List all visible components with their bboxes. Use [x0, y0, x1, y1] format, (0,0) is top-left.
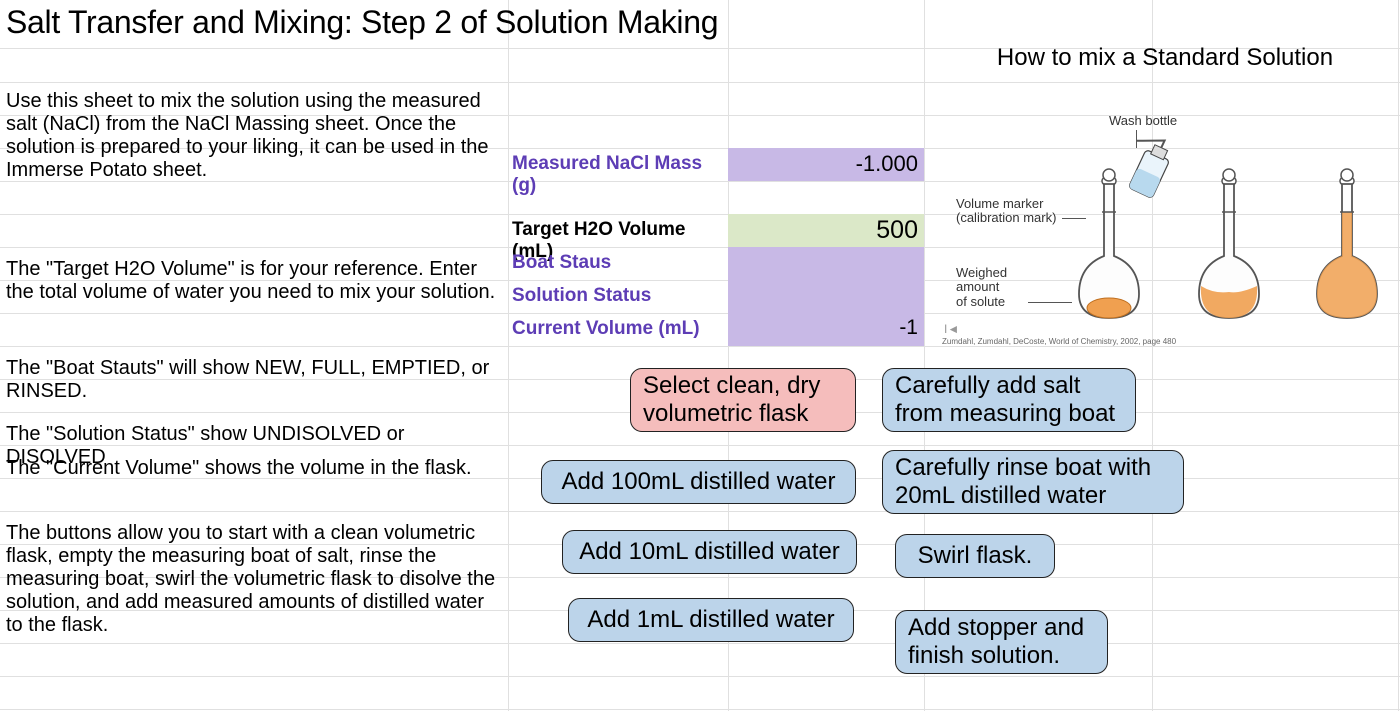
nacl-mass-label: Measured NaCl Mass (g): [510, 153, 726, 197]
add-10ml-button[interactable]: Add 10mL distilled water: [562, 530, 857, 574]
flask-2-icon: [1184, 166, 1274, 326]
volume-marker-line2: (calibration mark): [956, 210, 1056, 225]
current-vol-value: -1: [728, 316, 924, 340]
select-flask-button[interactable]: Select clean, dry volumetric flask: [630, 368, 856, 432]
weighed-amount-label: Weighed amount of solute: [956, 266, 1007, 309]
add-stopper-button[interactable]: Add stopper and finish solution.: [895, 610, 1108, 674]
diagram-title: How to mix a Standard Solution: [934, 44, 1396, 72]
target-vol-value[interactable]: 500: [728, 216, 924, 245]
instructions-p6: The buttons allow you to start with a cl…: [6, 522, 496, 637]
page-title: Salt Transfer and Mixing: Step 2 of Solu…: [6, 4, 718, 41]
add-100ml-button[interactable]: Add 100mL distilled water: [541, 460, 856, 504]
nacl-mass-value: -1.000: [728, 151, 924, 177]
volume-marker-line1: Volume marker: [956, 196, 1043, 211]
instructions-p2: The "Target H2O Volume" is for your refe…: [6, 258, 496, 304]
add-salt-button[interactable]: Carefully add salt from measuring boat: [882, 368, 1136, 432]
flask-3-icon: [1302, 166, 1392, 326]
instructions-p5: The "Current Volume" shows the volume in…: [6, 457, 496, 480]
instructions-p1: Use this sheet to mix the solution using…: [6, 90, 496, 182]
prev-icon[interactable]: I◄: [944, 322, 959, 336]
weighed-line2: amount: [956, 279, 999, 294]
boat-status-cell-bg: [728, 247, 924, 280]
instructions-p3: The "Boat Stauts" will show NEW, FULL, E…: [6, 357, 496, 403]
current-vol-label: Current Volume (mL): [510, 318, 726, 340]
diagram-citation: Zumdahl, Zumdahl, DeCoste, World of Chem…: [942, 337, 1176, 346]
weighed-line1: Weighed: [956, 265, 1007, 280]
boat-status-label: Boat Staus: [510, 252, 726, 274]
volume-marker-label: Volume marker (calibration mark): [956, 197, 1056, 226]
flask-1-icon: [1064, 166, 1154, 326]
standard-solution-diagram: How to mix a Standard Solution Wash bott…: [934, 4, 1396, 339]
weighed-line3: of solute: [956, 294, 1005, 309]
swirl-flask-button[interactable]: Swirl flask.: [895, 534, 1055, 578]
solution-status-cell-bg: [728, 280, 924, 313]
add-1ml-button[interactable]: Add 1mL distilled water: [568, 598, 854, 642]
wash-bottle-label: Wash bottle: [1109, 114, 1177, 128]
solution-status-label: Solution Status: [510, 285, 726, 307]
rinse-boat-button[interactable]: Carefully rinse boat with 20mL distilled…: [882, 450, 1184, 514]
